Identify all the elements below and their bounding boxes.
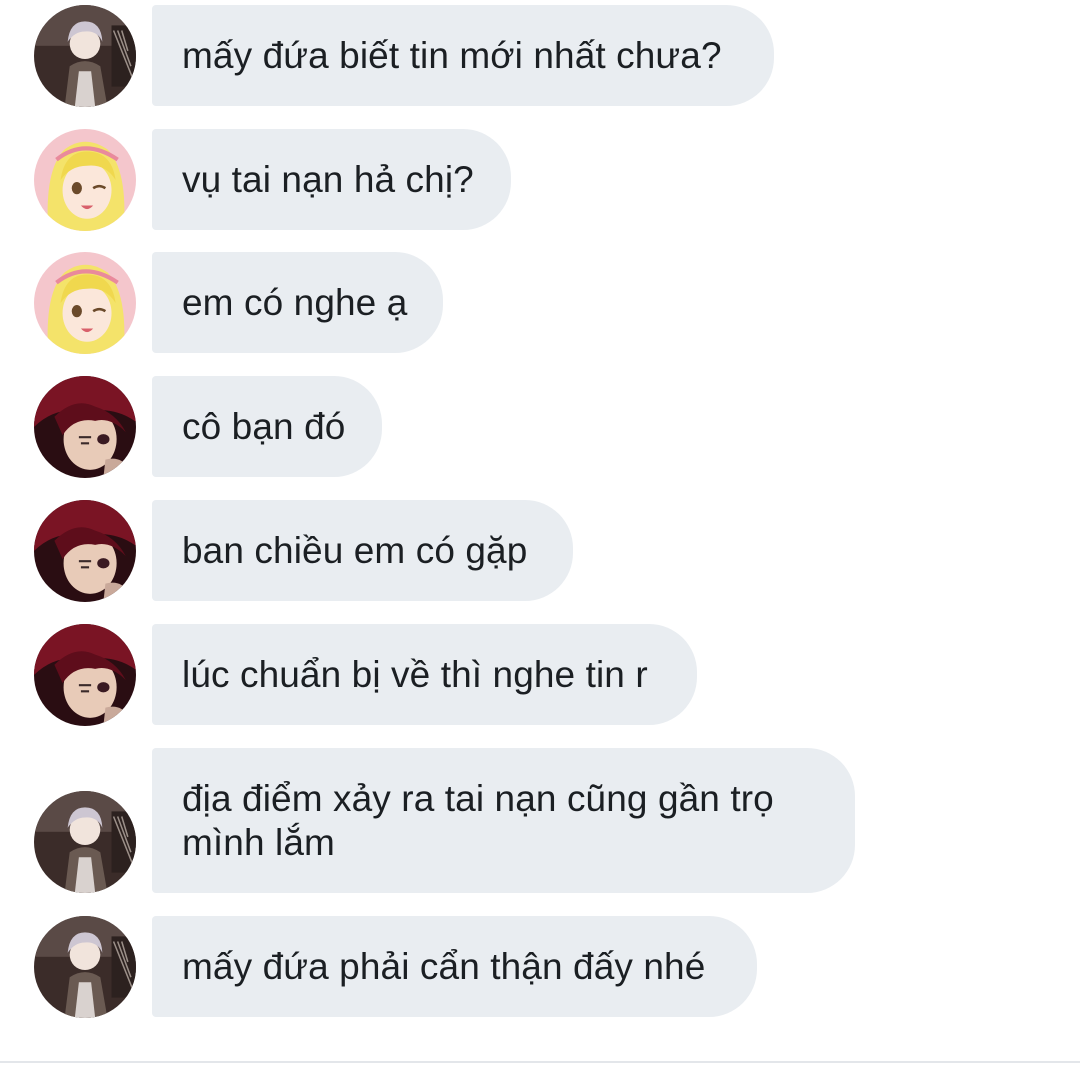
message-text: vụ tai nạn hả chị? (182, 158, 474, 200)
message-text: mấy đứa phải cẩn thận đấy nhé (182, 945, 706, 987)
message-row: địa điểm xảy ra tai nạn cũng gần trọ mìn… (0, 748, 1080, 893)
message-text: cô bạn đó (182, 405, 346, 447)
message-text: ban chiều em có gặp (182, 529, 528, 571)
red-hair-avatar[interactable] (34, 376, 136, 478)
message-row: mấy đứa biết tin mới nhất chưa? (0, 5, 1080, 107)
message-row: ban chiều em có gặp (0, 500, 1080, 602)
silver-hair-avatar-icon (34, 916, 136, 1018)
message-bubble[interactable]: địa điểm xảy ra tai nạn cũng gần trọ mìn… (152, 748, 855, 893)
blonde-girl-avatar[interactable] (34, 129, 136, 231)
silver-hair-avatar-icon (34, 791, 136, 893)
message-bubble[interactable]: ban chiều em có gặp (152, 500, 573, 601)
message-bubble[interactable]: em có nghe ạ (152, 252, 443, 353)
message-text: em có nghe ạ (182, 281, 408, 323)
red-hair-avatar[interactable] (34, 500, 136, 602)
message-text: địa điểm xảy ra tai nạn cũng gần trọ mìn… (182, 777, 774, 863)
message-row: vụ tai nạn hả chị? (0, 129, 1080, 231)
message-row: em có nghe ạ (0, 252, 1080, 354)
red-hair-avatar-icon (34, 624, 136, 726)
blonde-girl-avatar-icon (34, 129, 136, 231)
message-text: mấy đứa biết tin mới nhất chưa? (182, 34, 722, 76)
blonde-girl-avatar[interactable] (34, 252, 136, 354)
red-hair-avatar[interactable] (34, 624, 136, 726)
red-hair-avatar-icon (34, 376, 136, 478)
message-row: mấy đứa phải cẩn thận đấy nhé (0, 916, 1080, 1018)
message-row: cô bạn đó (0, 376, 1080, 478)
chat-thread: mấy đứa biết tin mới nhất chưa? vụ tai n… (0, 0, 1080, 1091)
message-bubble[interactable]: vụ tai nạn hả chị? (152, 129, 511, 230)
silver-hair-avatar-icon (34, 5, 136, 107)
message-text: lúc chuẩn bị về thì nghe tin r (182, 653, 648, 695)
message-bubble[interactable]: mấy đứa phải cẩn thận đấy nhé (152, 916, 757, 1017)
message-row: lúc chuẩn bị về thì nghe tin r (0, 624, 1080, 726)
silver-hair-avatar[interactable] (34, 5, 136, 107)
message-bubble[interactable]: lúc chuẩn bị về thì nghe tin r (152, 624, 697, 725)
bottom-divider (0, 1061, 1080, 1063)
silver-hair-avatar[interactable] (34, 791, 136, 893)
blonde-girl-avatar-icon (34, 252, 136, 354)
message-bubble[interactable]: mấy đứa biết tin mới nhất chưa? (152, 5, 774, 106)
red-hair-avatar-icon (34, 500, 136, 602)
silver-hair-avatar[interactable] (34, 916, 136, 1018)
message-bubble[interactable]: cô bạn đó (152, 376, 382, 477)
